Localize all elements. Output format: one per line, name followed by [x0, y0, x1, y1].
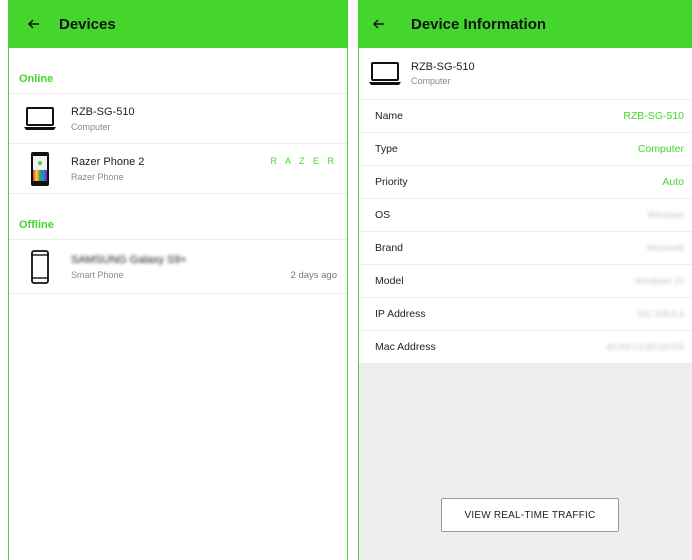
device-name: SAMSUNG Galaxy S9+: [71, 253, 187, 266]
info-row-name: Name RZB-SG-510: [359, 100, 692, 133]
info-row-brand: Brand Microsoft: [359, 232, 692, 265]
smartphone-icon: [31, 249, 49, 284]
info-value: RZB-SG-510: [623, 110, 684, 122]
devices-app-bar: Devices: [9, 0, 347, 48]
device-row-samsung[interactable]: SAMSUNG Galaxy S9+ Smart Phone 2 days ag…: [9, 240, 347, 294]
page-title: Device Information: [411, 15, 547, 33]
page-title: Devices: [59, 15, 116, 33]
devices-panel: Devices Online RZB-SG-510 Computer Razer…: [8, 0, 348, 560]
laptop-icon: [369, 61, 401, 85]
device-name: RZB-SG-510: [71, 105, 135, 118]
info-row-model: Model Windows 10: [359, 265, 692, 298]
razer-watermark: R A Z E R: [270, 156, 337, 166]
device-header: RZB-SG-510 Computer: [359, 48, 692, 100]
info-value[interactable]: Auto: [662, 176, 684, 188]
device-type: Computer: [411, 76, 451, 86]
info-row-ip-address: IP Address 192.168.8.4: [359, 298, 692, 331]
info-key: Type: [375, 143, 398, 155]
info-row-os: OS Windows: [359, 199, 692, 232]
info-value: Windows 10: [634, 276, 684, 286]
info-key: OS: [375, 209, 391, 221]
device-type: Razer Phone: [71, 171, 124, 182]
info-key: Brand: [375, 242, 404, 254]
info-key: Priority: [375, 176, 408, 188]
info-value: Computer: [637, 143, 684, 155]
device-information-panel: Device Information RZB-SG-510 Computer N…: [358, 0, 692, 560]
info-key: IP Address: [375, 308, 426, 320]
info-key: Model: [375, 275, 404, 287]
info-row-type: Type Computer: [359, 133, 692, 166]
laptop-icon: [24, 106, 56, 130]
info-key: Name: [375, 110, 404, 122]
info-row-mac-address: Mac Address 40:A8:C2:B0:D0:F6: [359, 331, 692, 364]
info-value: 192.168.8.4: [636, 309, 684, 319]
device-info-app-bar: Device Information: [359, 0, 692, 48]
info-key: Mac Address: [375, 341, 436, 353]
arrow-left-icon: [373, 19, 384, 29]
back-button[interactable]: [9, 19, 59, 29]
device-row-razer-phone[interactable]: Razer Phone 2 Razer Phone R A Z E R: [9, 144, 347, 194]
offline-section-label: Offline: [9, 194, 347, 240]
online-section-label: Online: [9, 48, 347, 94]
arrow-left-icon: [28, 19, 39, 29]
info-value: Microsoft: [647, 243, 684, 253]
back-button[interactable]: [359, 19, 399, 29]
info-value: Windows: [647, 210, 684, 220]
device-row-rzb[interactable]: RZB-SG-510 Computer: [9, 94, 347, 144]
razer-phone-icon: [31, 151, 49, 186]
device-name: RZB-SG-510: [411, 61, 475, 73]
last-seen-text: 2 days ago: [290, 270, 337, 281]
view-real-time-traffic-button[interactable]: VIEW REAL-TIME TRAFFIC: [441, 498, 619, 532]
info-value: 40:A8:C2:B0:D0:F6: [605, 342, 684, 352]
device-type: Computer: [71, 121, 111, 132]
info-row-priority[interactable]: Priority Auto: [359, 166, 692, 199]
